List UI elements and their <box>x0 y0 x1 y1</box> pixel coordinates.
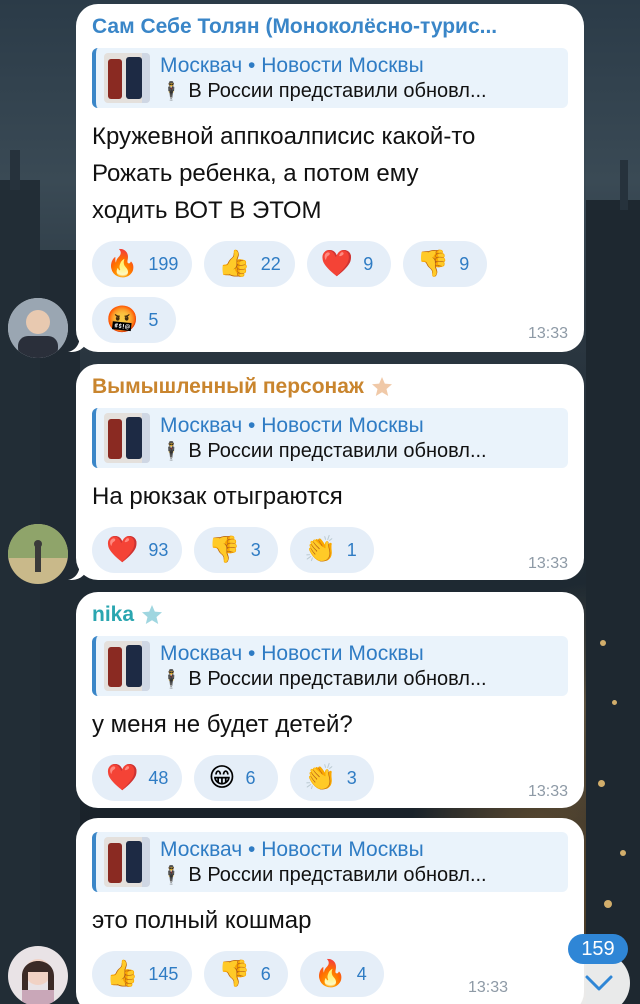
reply-preview[interactable]: Москвач • Новости Москвы 🕴 В России предс… <box>92 832 568 892</box>
message-time: 13:33 <box>527 325 568 342</box>
sender-name-text: Вымышленный персонаж <box>92 375 364 398</box>
avatar[interactable] <box>8 524 68 584</box>
reaction-thumbs-up[interactable]: 👍 22 <box>204 241 295 287</box>
reply-title: Москвач • Новости Москвы <box>160 838 424 861</box>
message-bubble[interactable]: nika Москвач • Новости Москвы 🕴 В России … <box>76 592 584 808</box>
message-line: Рожать ребенка, а потом ему <box>92 160 419 187</box>
reaction-count: 1 <box>346 539 357 560</box>
star-icon <box>371 377 392 396</box>
reply-thumbnail <box>104 641 150 691</box>
reactions-bar: ❤️ 93 👎 3 👏 1 13:33 <box>92 527 568 587</box>
message-time: 13:33 <box>527 555 568 572</box>
reply-preview[interactable]: Москвач • Новости Москвы 🕴 В России предс… <box>92 408 568 468</box>
sender-name[interactable]: Вымышленный персонаж <box>92 374 568 400</box>
man-in-suit-icon: 🕴 <box>160 441 183 461</box>
reply-preview-text: В России представили обновл... <box>188 668 487 690</box>
message-line: ходить ВОТ В ЭТОМ <box>92 197 322 224</box>
thumbs-up-icon: 👍 <box>218 249 251 279</box>
reaction-count: 3 <box>250 539 261 560</box>
reaction-grin[interactable]: 😁 6 <box>194 755 279 801</box>
man-in-suit-icon: 🕴 <box>160 669 183 689</box>
reaction-count: 93 <box>148 539 169 560</box>
reaction-count: 6 <box>245 767 256 788</box>
reaction-thumbs-down[interactable]: 👎 3 <box>194 527 279 573</box>
thumbs-down-icon: 👎 <box>416 249 450 279</box>
reactions-bar: 👍 145 👎 6 🔥 4 13:33 <box>92 951 568 1004</box>
reply-preview[interactable]: Москвач • Новости Москвы 🕴 В России предс… <box>92 636 568 696</box>
message-line: На рюкзак отыграются <box>92 483 343 510</box>
message-text: у меня не будет детей? <box>92 706 568 743</box>
heart-icon: ❤️ <box>106 763 139 793</box>
reaction-clapping[interactable]: 👏 3 <box>290 755 375 801</box>
man-in-suit-icon: 🕴 <box>160 81 183 101</box>
reply-preview-text: В России представили обновл... <box>188 440 487 462</box>
reply-title: Москвач • Новости Москвы <box>160 642 424 665</box>
heart-icon: ❤️ <box>320 249 354 279</box>
reply-preview[interactable]: Москвач • Новости Москвы 🕴 В России предс… <box>92 48 568 108</box>
sender-name[interactable]: nika <box>92 602 568 628</box>
reaction-count: 3 <box>346 767 357 788</box>
reactions-bar: 🔥 199 👍 22 ❤️ 9 👎 9 🤬 5 13:33 <box>92 241 568 357</box>
reply-thumbnail <box>104 53 150 103</box>
reply-thumbnail <box>104 837 150 887</box>
avatar[interactable] <box>8 946 68 1004</box>
cursing-face-icon: 🤬 <box>106 305 139 335</box>
reaction-count: 199 <box>148 253 179 274</box>
reaction-heart[interactable]: ❤️ 9 <box>306 241 391 287</box>
message-text: Кружевной аппкоалписис какой-то Рожать р… <box>92 118 568 229</box>
reply-title: Москвач • Новости Москвы <box>160 54 424 77</box>
heart-icon: ❤️ <box>106 535 139 565</box>
reaction-thumbs-down[interactable]: 👎 6 <box>204 951 289 997</box>
fire-icon: 🔥 <box>106 249 139 279</box>
clapping-icon: 👏 <box>304 535 337 565</box>
reaction-count: 5 <box>148 309 159 330</box>
unread-count-badge: 159 <box>568 934 628 964</box>
message-text: это полный кошмар <box>92 902 568 939</box>
message-time: 13:33 <box>467 979 508 996</box>
reply-thumbnail <box>104 413 150 463</box>
reaction-count: 48 <box>148 767 169 788</box>
fire-icon: 🔥 <box>314 959 347 989</box>
reaction-fire[interactable]: 🔥 4 <box>300 951 385 997</box>
thumbs-up-icon: 👍 <box>106 959 139 989</box>
message-bubble[interactable]: Сам Себе Толян (Моноколёсно-турис... Мос… <box>76 4 584 352</box>
sender-name-text: nika <box>92 603 135 626</box>
reaction-count: 4 <box>356 963 367 984</box>
message-line: у меня не будет детей? <box>92 711 353 738</box>
message-line: это полный кошмар <box>92 907 312 934</box>
reaction-count: 145 <box>148 963 179 984</box>
reaction-heart[interactable]: ❤️ 48 <box>92 755 183 801</box>
message-time: 13:33 <box>527 783 568 800</box>
reply-preview-text: В России представили обновл... <box>188 80 487 102</box>
reaction-heart[interactable]: ❤️ 93 <box>92 527 183 573</box>
thumbs-down-icon: 👎 <box>218 959 251 989</box>
star-icon <box>142 605 163 624</box>
reaction-cursing-face[interactable]: 🤬 5 <box>92 297 176 343</box>
reaction-count: 6 <box>260 963 271 984</box>
sender-name[interactable]: Сам Себе Толян (Моноколёсно-турис... <box>92 14 568 40</box>
reply-preview-text: В России представили обновл... <box>188 864 487 886</box>
clapping-icon: 👏 <box>304 763 337 793</box>
reaction-thumbs-up[interactable]: 👍 145 <box>92 951 193 997</box>
reaction-count: 9 <box>363 253 374 274</box>
message-text: На рюкзак отыграются <box>92 478 568 515</box>
avatar[interactable] <box>8 298 68 358</box>
message-line: Кружевной аппкоалписис какой-то <box>92 123 476 150</box>
reply-title: Москвач • Новости Москвы <box>160 414 424 437</box>
reaction-clapping[interactable]: 👏 1 <box>290 527 375 573</box>
reaction-count: 22 <box>260 253 281 274</box>
chevron-down-icon <box>585 975 613 991</box>
man-in-suit-icon: 🕴 <box>160 865 183 885</box>
reactions-bar: ❤️ 48 😁 6 👏 3 13:33 <box>92 755 568 815</box>
thumbs-down-icon: 👎 <box>208 535 241 565</box>
sender-name-text: Сам Себе Толян (Моноколёсно-турис... <box>92 15 498 38</box>
message-bubble[interactable]: Москвач • Новости Москвы 🕴 В России предс… <box>76 818 584 1004</box>
reaction-thumbs-down[interactable]: 👎 9 <box>402 241 487 287</box>
message-bubble[interactable]: Вымышленный персонаж Москвач • Новости М… <box>76 364 584 580</box>
grin-icon: 😁 <box>208 763 236 793</box>
reaction-fire[interactable]: 🔥 199 <box>92 241 193 287</box>
reaction-count: 9 <box>459 253 470 274</box>
